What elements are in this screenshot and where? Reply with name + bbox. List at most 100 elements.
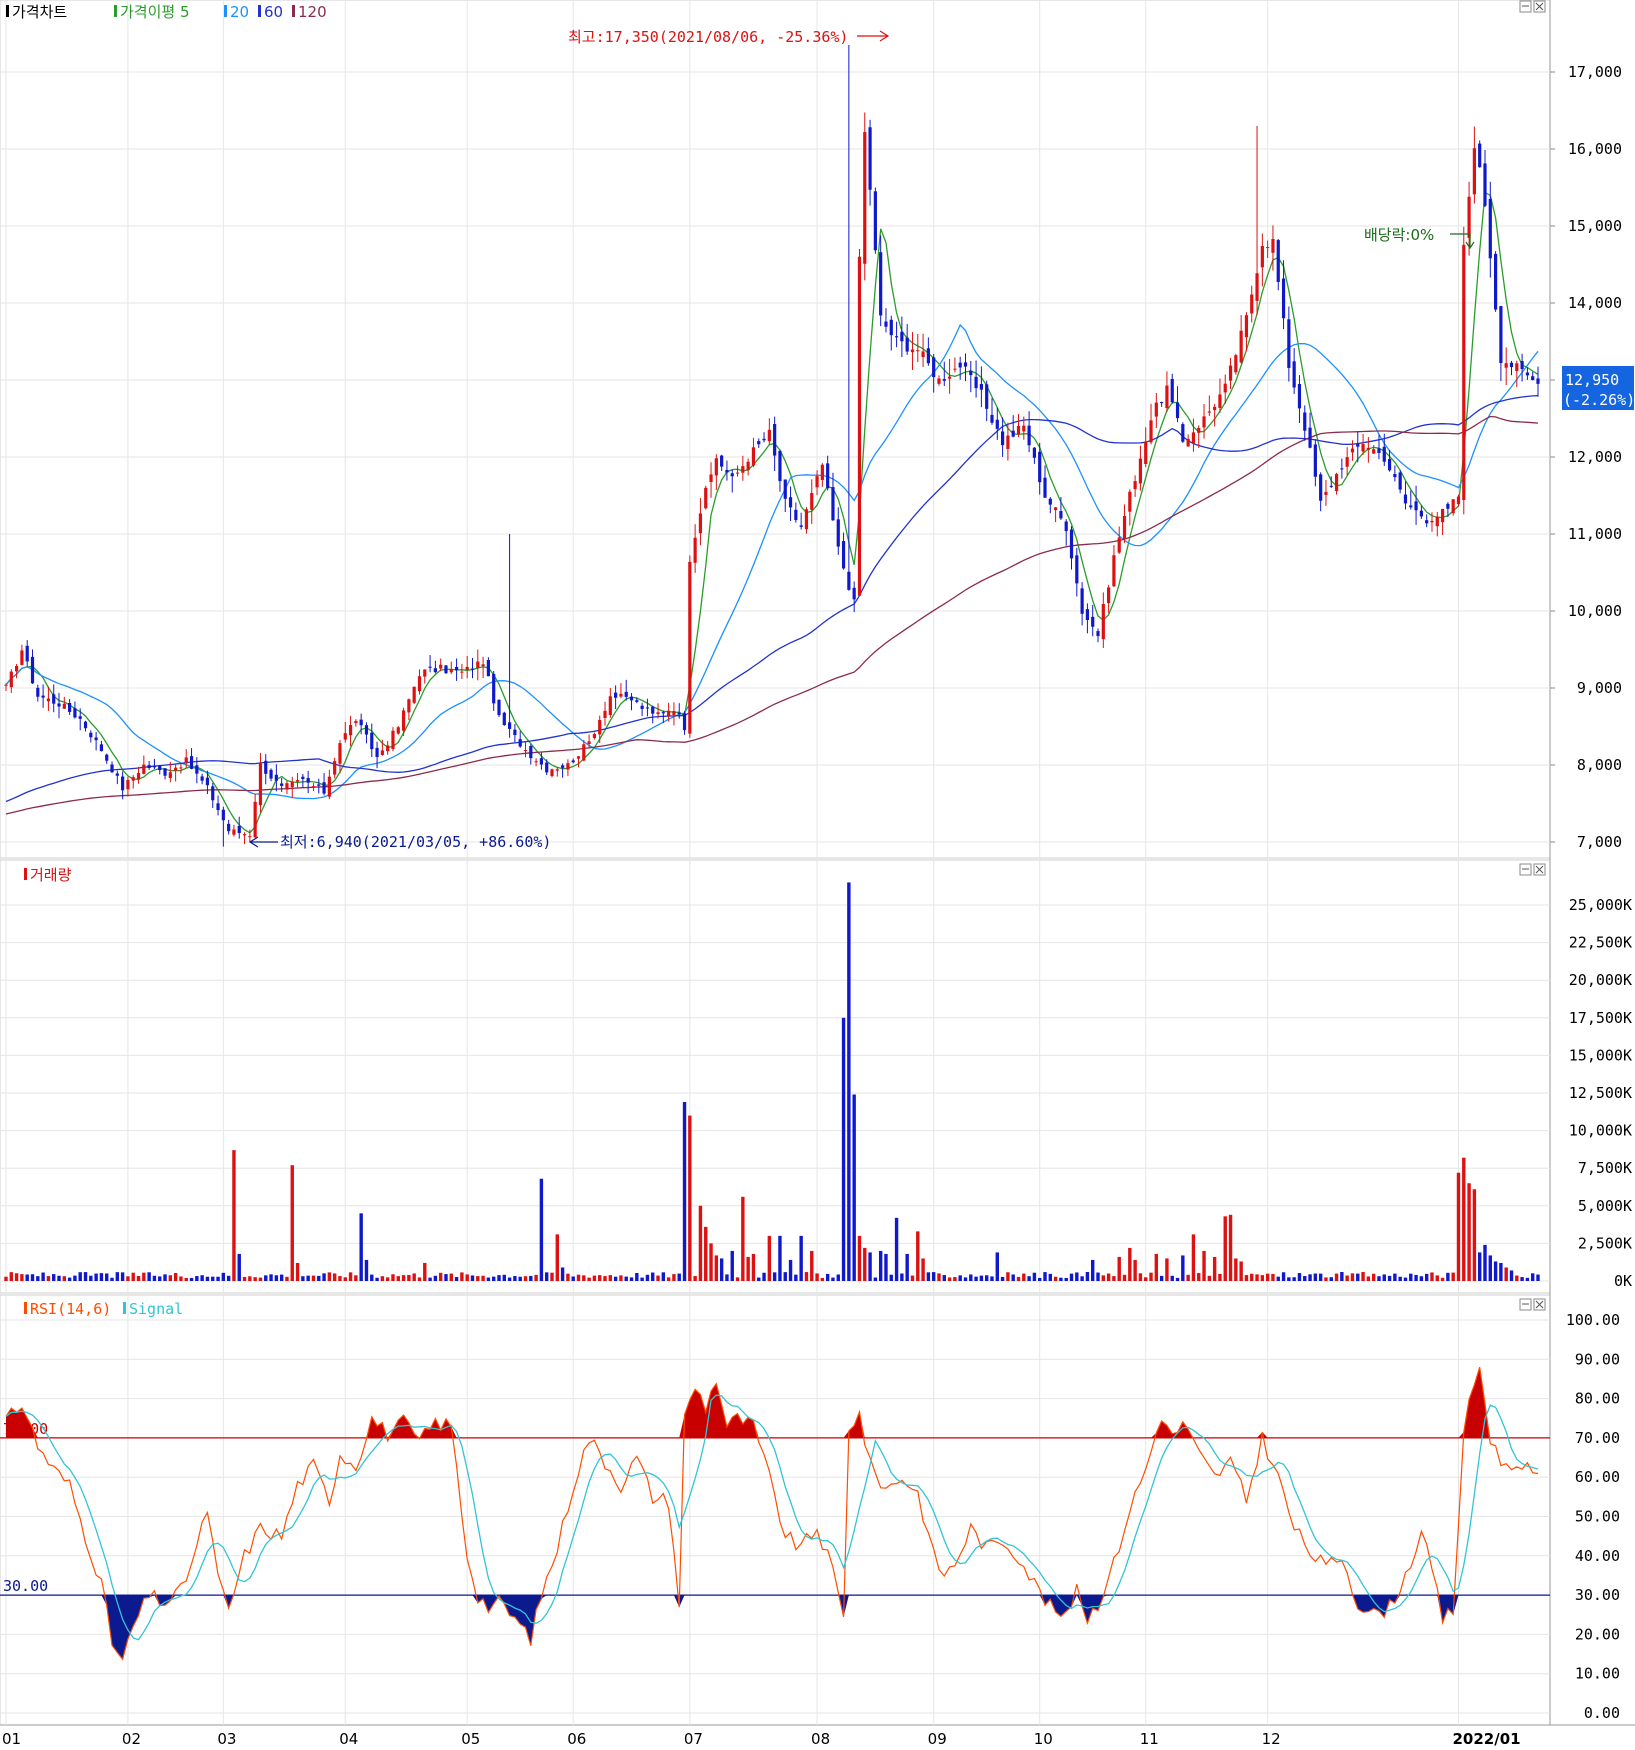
volume-bar (730, 1250, 734, 1281)
volume-bar (25, 1274, 29, 1281)
volume-bar (852, 1094, 856, 1281)
volume-bar (126, 1276, 130, 1281)
volume-axis-label: 12,500K (1569, 1084, 1632, 1102)
volume-bar (545, 1272, 549, 1281)
candle-body (847, 571, 851, 590)
candle-body (1038, 451, 1042, 483)
volume-bar (608, 1275, 613, 1281)
candle-body (778, 450, 782, 482)
volume-bar (1159, 1275, 1164, 1281)
volume-bar (889, 1274, 893, 1281)
candle-body (147, 765, 151, 769)
candle-body (274, 774, 278, 781)
volume-bar (417, 1277, 422, 1281)
volume-bar (1281, 1272, 1286, 1281)
candle-body (555, 769, 559, 771)
volume-bar (894, 1217, 899, 1281)
candle-body (1244, 315, 1249, 338)
candle-body (285, 783, 289, 790)
candle-body (1223, 383, 1227, 393)
volume-bar (963, 1277, 968, 1281)
volume-bar (20, 1274, 24, 1281)
legend-marker-ma60 (258, 5, 261, 17)
candle-body (375, 747, 379, 758)
volume-bar (1260, 1275, 1265, 1281)
volume-bar (613, 1276, 618, 1281)
candle-body (1319, 474, 1323, 501)
candle-body (1387, 458, 1392, 471)
candle-body (1377, 448, 1381, 453)
candle-body (963, 362, 968, 367)
candle-body (656, 712, 660, 715)
candle-body (921, 351, 925, 358)
candle-body (1372, 449, 1376, 454)
candle-body (280, 783, 284, 786)
month-tick-label: 07 (684, 1730, 703, 1748)
volume-bar (1234, 1258, 1238, 1281)
candle-body (1027, 425, 1031, 446)
candle-body (1287, 319, 1291, 368)
volume-bar (969, 1274, 973, 1281)
volume-bar (1197, 1273, 1201, 1281)
candle-body (136, 773, 141, 780)
month-tick-label: 04 (339, 1730, 358, 1748)
volume-bar (661, 1272, 666, 1281)
candle-body (78, 716, 82, 719)
candle-body (1499, 306, 1503, 364)
volume-bar (184, 1277, 188, 1281)
volume-axis-label: 22,500K (1569, 934, 1632, 952)
candle-body (592, 733, 597, 739)
candle-body (1144, 441, 1148, 464)
volume-bar (863, 1247, 867, 1281)
volume-bar (772, 1272, 777, 1281)
volume-bar (1515, 1275, 1519, 1281)
volume-bar (412, 1273, 416, 1281)
price-axis-label: 16,000 (1568, 140, 1622, 158)
volume-bar (1403, 1277, 1408, 1281)
volume-bar (1430, 1272, 1434, 1281)
price-axis-label: 7,000 (1577, 833, 1622, 851)
volume-bar (592, 1275, 597, 1281)
volume-bar (78, 1272, 82, 1281)
candle-body (439, 664, 443, 669)
volume-bar (301, 1276, 305, 1281)
candle-body (1409, 505, 1413, 508)
candle-body (571, 760, 575, 763)
volume-bar (195, 1276, 199, 1281)
candle-body (1186, 438, 1190, 447)
candle-body (306, 778, 310, 783)
volume-bar (1271, 1273, 1275, 1281)
volume-bar (253, 1277, 257, 1281)
candle-body (1292, 361, 1296, 388)
legend-marker-price (6, 5, 9, 17)
volume-bar (1096, 1272, 1100, 1281)
candle-body (227, 823, 231, 832)
high-annotation-text: 최고:17,350(2021/08/06, -25.36%) (568, 28, 848, 46)
volume-bar (688, 1115, 692, 1281)
volume-bar (582, 1275, 586, 1281)
volume-bar (396, 1276, 400, 1281)
volume-bar (221, 1272, 226, 1281)
candle-body (184, 757, 188, 764)
volume-bar (306, 1275, 310, 1281)
candle-body (773, 424, 777, 456)
volume-bar (534, 1274, 538, 1281)
candle-body (1016, 425, 1021, 435)
candle-body (322, 782, 326, 794)
current-price-change: (-2.26%) (1563, 391, 1635, 409)
candle-body (974, 376, 978, 389)
volume-bar (407, 1274, 411, 1281)
volume-bar (295, 1262, 300, 1281)
candle-body (1271, 239, 1275, 253)
legend-marker-ma5 (114, 5, 117, 17)
candle-body (799, 525, 803, 527)
candle-body (1345, 457, 1349, 467)
volume-bar (1520, 1277, 1524, 1281)
volume-bar (741, 1196, 745, 1281)
candle-body (216, 803, 220, 811)
candle-body (221, 809, 225, 821)
candle-body (465, 666, 469, 670)
candle-body (1006, 435, 1010, 449)
candle-body (720, 455, 724, 467)
candle-body (15, 666, 19, 672)
